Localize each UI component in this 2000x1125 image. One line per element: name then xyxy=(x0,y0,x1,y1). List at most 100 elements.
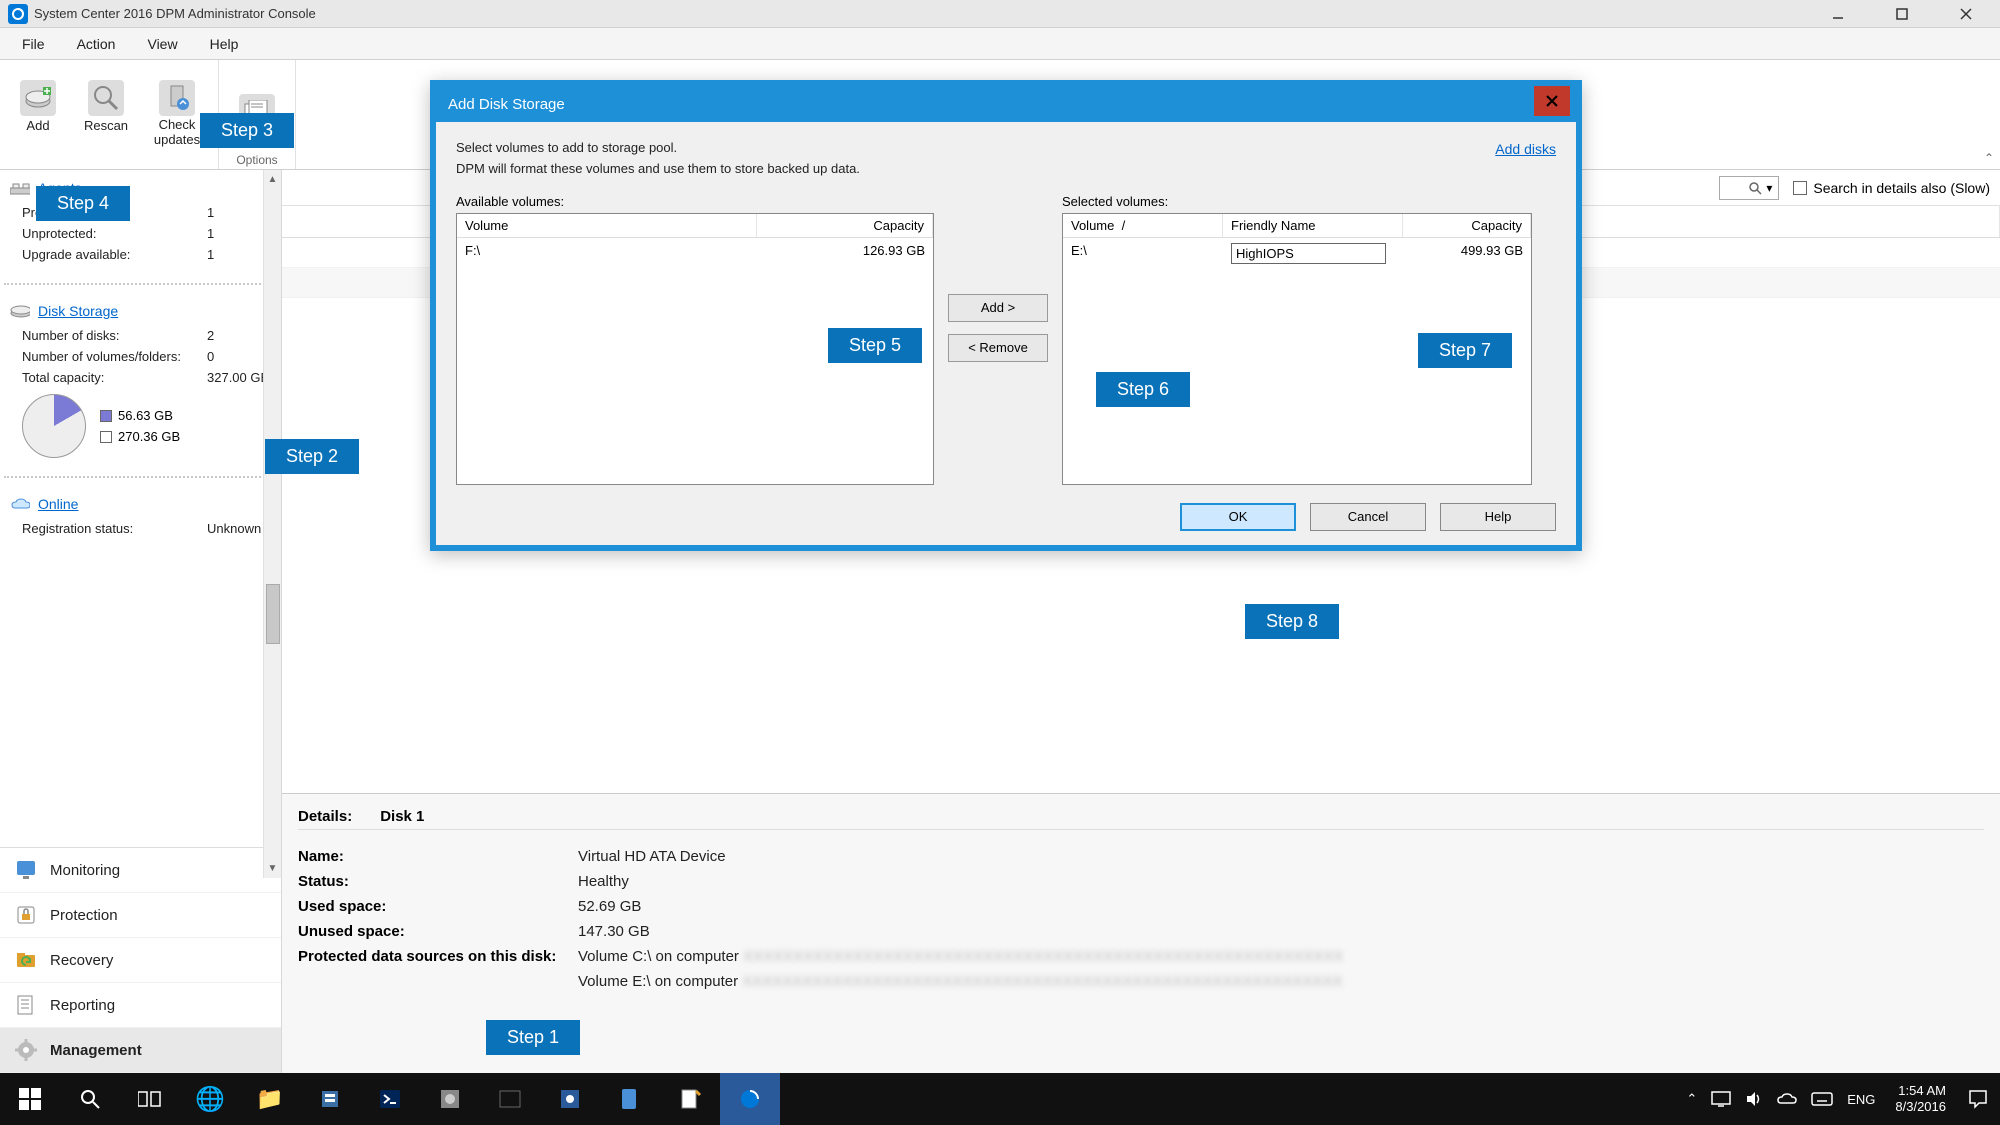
taskbar-explorer-icon[interactable]: 📁 xyxy=(240,1073,300,1125)
upgrade-value: 1 xyxy=(207,247,214,262)
details-header-value: Disk 1 xyxy=(380,808,424,825)
action-center-button[interactable] xyxy=(1956,1073,2000,1125)
available-volume-name: F:\ xyxy=(457,241,757,260)
legend-used-swatch xyxy=(100,410,112,422)
ribbon-rescan-button[interactable]: Rescan xyxy=(72,76,140,151)
cancel-button[interactable]: Cancel xyxy=(1310,503,1426,531)
server-update-icon xyxy=(159,80,195,116)
redacted-text: XXXXXXXXXXXXXXXXXXXXXXXXXXXXXXXXXXXXXXXX… xyxy=(742,973,1342,990)
nav-management[interactable]: Management xyxy=(0,1028,281,1073)
taskbar-ie-icon[interactable]: 🌐 xyxy=(180,1073,240,1125)
nav-protection-label: Protection xyxy=(50,907,118,924)
taskbar-dpm-icon[interactable] xyxy=(720,1073,780,1125)
col-volume[interactable]: Volume xyxy=(457,214,757,237)
ribbon-options-group-label: Options xyxy=(236,153,277,167)
taskbar-powershell-icon[interactable] xyxy=(360,1073,420,1125)
tray-onedrive-icon[interactable] xyxy=(1777,1092,1797,1106)
disk-storage-link[interactable]: Disk Storage xyxy=(38,303,118,319)
taskbar-app-icon[interactable] xyxy=(420,1073,480,1125)
detail-unused-label: Unused space: xyxy=(298,923,578,940)
available-row[interactable]: F:\ 126.93 GB xyxy=(457,238,933,263)
taskbar-cmd-icon[interactable] xyxy=(480,1073,540,1125)
chevron-down-icon[interactable]: ▾ xyxy=(1766,181,1772,195)
tray-volume-icon[interactable] xyxy=(1745,1090,1763,1108)
ribbon-add-button[interactable]: Add xyxy=(4,76,72,151)
taskbar-app-icon[interactable] xyxy=(600,1073,660,1125)
selected-volume-capacity: 499.93 GB xyxy=(1403,241,1531,266)
redacted-text: XXXXXXXXXXXXXXXXXXXXXXXXXXXXXXXXXXXXXXXX… xyxy=(743,948,1343,965)
step-1-callout: Step 1 xyxy=(486,1020,580,1055)
online-link[interactable]: Online xyxy=(38,496,78,512)
nav-monitoring-label: Monitoring xyxy=(50,862,120,879)
taskbar: 🌐 📁 ⌃ ENG 1:54 AM 8/3/2016 xyxy=(0,1073,2000,1125)
menu-file[interactable]: File xyxy=(6,32,61,56)
close-button[interactable] xyxy=(1934,0,1998,28)
unprotected-value: 1 xyxy=(207,226,214,241)
section-online: Online Registration status:Unknown xyxy=(0,486,281,549)
nav-recovery[interactable]: Recovery xyxy=(0,938,281,983)
search-details-checkbox[interactable]: Search in details also (Slow) xyxy=(1793,180,1990,196)
details-header-label: Details: xyxy=(298,808,352,825)
detail-used-value: 52.69 GB xyxy=(578,898,641,915)
window-titlebar: System Center 2016 DPM Administrator Con… xyxy=(0,0,2000,28)
step-2-callout: Step 2 xyxy=(265,439,359,474)
nav-reporting[interactable]: Reporting xyxy=(0,983,281,1028)
col-friendly-name[interactable]: Friendly Name xyxy=(1223,214,1403,237)
menu-help[interactable]: Help xyxy=(194,32,255,56)
sidebar: Agents Protected:1 Unprotected:1 Upgrade… xyxy=(0,170,282,1073)
reporting-icon xyxy=(14,993,38,1017)
management-icon xyxy=(14,1038,38,1062)
ribbon-collapse-button[interactable]: ⌃ xyxy=(1984,151,1994,165)
add-volume-button[interactable]: Add > xyxy=(948,294,1048,322)
selected-volume-name: E:\ xyxy=(1063,241,1223,266)
taskbar-app-icon[interactable] xyxy=(660,1073,720,1125)
tray-chevron-icon[interactable]: ⌃ xyxy=(1686,1091,1697,1107)
ok-button[interactable]: OK xyxy=(1180,503,1296,531)
search-details-label: Search in details also (Slow) xyxy=(1813,180,1990,196)
nav-reporting-label: Reporting xyxy=(50,997,115,1014)
sidebar-scrollbar[interactable]: ▲ ▼ xyxy=(263,170,281,878)
detail-protected-label: Protected data sources on this disk: xyxy=(298,948,578,965)
num-vols-value: 0 xyxy=(207,349,214,364)
remove-volume-button[interactable]: < Remove xyxy=(948,334,1048,362)
menu-action[interactable]: Action xyxy=(61,32,132,56)
scroll-thumb[interactable] xyxy=(266,584,280,644)
section-disk-storage: Disk Storage Number of disks:2 Number of… xyxy=(0,293,281,468)
task-view-button[interactable] xyxy=(120,1073,180,1125)
selected-row[interactable]: E:\ 499.93 GB xyxy=(1063,238,1531,269)
search-input[interactable]: ▾ xyxy=(1719,176,1779,200)
col-volume[interactable]: Volume / xyxy=(1063,214,1223,237)
taskbar-clock[interactable]: 1:54 AM 8/3/2016 xyxy=(1885,1083,1956,1114)
help-button[interactable]: Help xyxy=(1440,503,1556,531)
dialog-intro-1: Select volumes to add to storage pool. xyxy=(456,138,1556,159)
tray-display-icon[interactable] xyxy=(1711,1091,1731,1107)
taskbar-app-icon[interactable] xyxy=(540,1073,600,1125)
dialog-close-button[interactable] xyxy=(1534,86,1570,116)
protected-value: 1 xyxy=(207,205,214,220)
add-disks-link[interactable]: Add disks xyxy=(1495,138,1556,160)
scroll-down-icon[interactable]: ▼ xyxy=(264,859,282,878)
dialog-title: Add Disk Storage xyxy=(448,96,565,113)
nav-monitoring[interactable]: Monitoring xyxy=(0,848,281,893)
menu-view[interactable]: View xyxy=(131,32,193,56)
taskbar-time: 1:54 AM xyxy=(1898,1083,1946,1099)
step-3-callout: Step 3 xyxy=(200,113,294,148)
col-capacity[interactable]: Capacity xyxy=(757,214,933,237)
taskbar-server-manager-icon[interactable] xyxy=(300,1073,360,1125)
disk-icon xyxy=(10,303,30,319)
nav-recovery-label: Recovery xyxy=(50,952,113,969)
agents-icon xyxy=(10,180,30,196)
detail-unused-value: 147.30 GB xyxy=(578,923,650,940)
scroll-up-icon[interactable]: ▲ xyxy=(264,170,282,189)
taskbar-search-button[interactable] xyxy=(60,1073,120,1125)
col-capacity[interactable]: Capacity xyxy=(1403,214,1531,237)
nav-protection[interactable]: Protection xyxy=(0,893,281,938)
nav-list: Monitoring Protection Recovery Reporting… xyxy=(0,847,281,1073)
minimize-button[interactable] xyxy=(1806,0,1870,28)
step-6-callout: Step 6 xyxy=(1096,372,1190,407)
friendly-name-input[interactable] xyxy=(1231,243,1386,264)
tray-language[interactable]: ENG xyxy=(1847,1092,1875,1107)
tray-keyboard-icon[interactable] xyxy=(1811,1092,1833,1106)
maximize-button[interactable] xyxy=(1870,0,1934,28)
start-button[interactable] xyxy=(0,1073,60,1125)
